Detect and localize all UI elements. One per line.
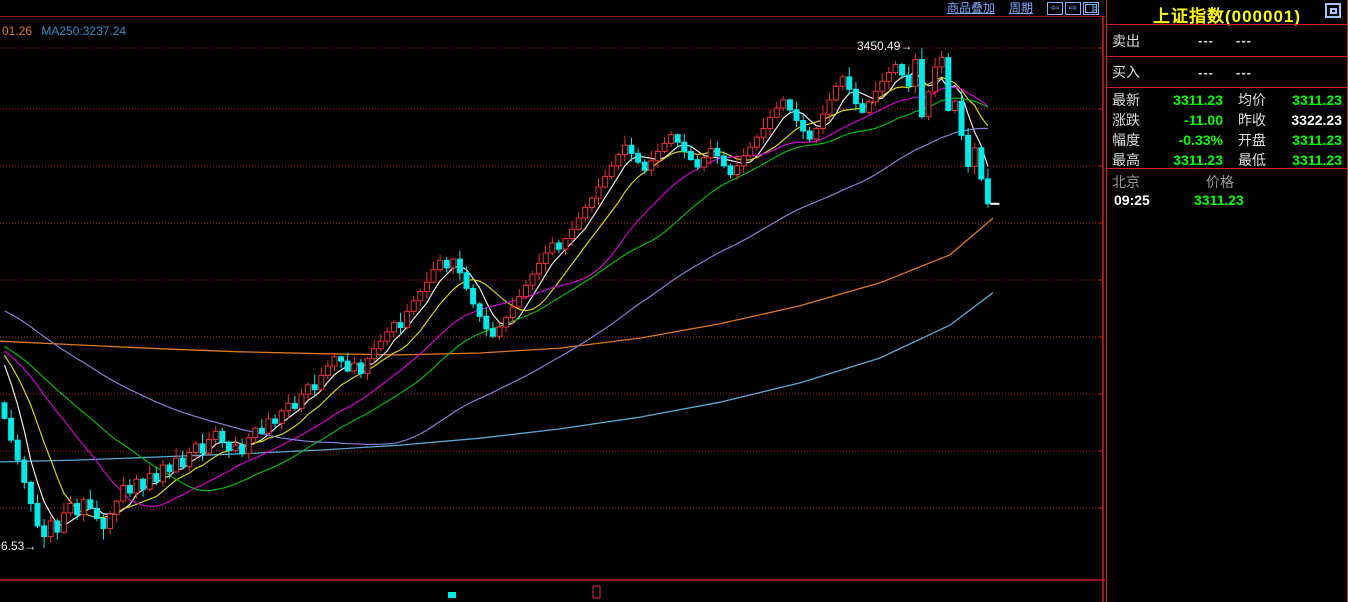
high-label: 最高: [1107, 150, 1161, 170]
tape-time: 09:25: [1114, 192, 1150, 208]
sell-volume: ---: [1198, 33, 1214, 48]
sell-price: ---: [1236, 33, 1252, 48]
tape-city-header: 北京: [1112, 172, 1140, 192]
chart-toolbar: 商品叠加 周期 ⇦ ⇨: [0, 0, 1105, 16]
buy-row: 买入 --- ---: [1107, 57, 1347, 87]
overlay-link[interactable]: 商品叠加: [947, 1, 995, 15]
maximize-icon-inner: [1330, 8, 1337, 14]
stat-row-change: 涨跌 -11.00 昨收 3322.23: [1107, 110, 1347, 130]
sell-row: 卖出 --- ---: [1107, 25, 1347, 56]
back-arrow-icon[interactable]: ⇦: [1047, 2, 1063, 15]
min-price-label: 6.53→: [1, 539, 36, 553]
candlestick-chart[interactable]: [0, 0, 1105, 602]
avg-price-value: 3311.23: [1285, 92, 1342, 108]
quote-panel: 上证指数(000001) 卖出 --- --- 买入 --- --- 最新 33…: [1106, 0, 1348, 602]
latest-value: 3311.23: [1161, 92, 1223, 108]
stat-row-range: 幅度 -0.33% 开盘 3311.23: [1107, 130, 1347, 150]
range-value: -0.33%: [1161, 132, 1223, 148]
change-value: -11.00: [1161, 112, 1223, 128]
tape-price: 3311.23: [1194, 192, 1244, 208]
forward-arrow-icon[interactable]: ⇨: [1065, 2, 1081, 15]
prev-close-value: 3322.23: [1285, 112, 1342, 128]
prev-close-label: 昨收: [1233, 110, 1285, 130]
open-label: 开盘: [1233, 130, 1285, 150]
chart-pane: 商品叠加 周期 ⇦ ⇨ 01.26 MA250:3237.24 3450.49→…: [0, 0, 1105, 602]
range-label: 幅度: [1107, 130, 1161, 150]
latest-label: 最新: [1107, 90, 1161, 110]
change-label: 涨跌: [1107, 110, 1161, 130]
quote-stats: 最新 3311.23 均价 3311.23 涨跌 -11.00 昨收 3322.…: [1107, 90, 1347, 170]
sell-label: 卖出: [1112, 31, 1140, 51]
buy-price: ---: [1236, 65, 1252, 80]
maximize-icon[interactable]: [1325, 3, 1341, 18]
trading-app-window: 商品叠加 周期 ⇦ ⇨ 01.26 MA250:3237.24 3450.49→…: [0, 0, 1348, 602]
stat-row-high-low: 最高 3311.23 最低 3311.23: [1107, 150, 1347, 170]
period-link[interactable]: 周期: [1009, 1, 1033, 15]
low-label: 最低: [1233, 150, 1285, 170]
avg-price-label: 均价: [1233, 90, 1285, 110]
buy-volume: ---: [1198, 65, 1214, 80]
ma120-value: 01.26: [2, 24, 32, 38]
max-price-label: 3450.49→: [857, 39, 912, 53]
stat-row-latest: 最新 3311.23 均价 3311.23: [1107, 90, 1347, 110]
high-value: 3311.23: [1161, 152, 1223, 168]
toolbar-icon-group: ⇦ ⇨: [1047, 2, 1099, 15]
ma250-value: MA250:3237.24: [41, 24, 126, 38]
buy-label: 买入: [1112, 62, 1140, 82]
divider: [1107, 87, 1347, 88]
open-value: 3311.23: [1285, 132, 1342, 148]
ma-readout: 01.26 MA250:3237.24: [2, 24, 126, 38]
low-value: 3311.23: [1285, 152, 1342, 168]
split-window-icon[interactable]: [1083, 2, 1099, 15]
tape-price-header: 价格: [1206, 172, 1234, 192]
